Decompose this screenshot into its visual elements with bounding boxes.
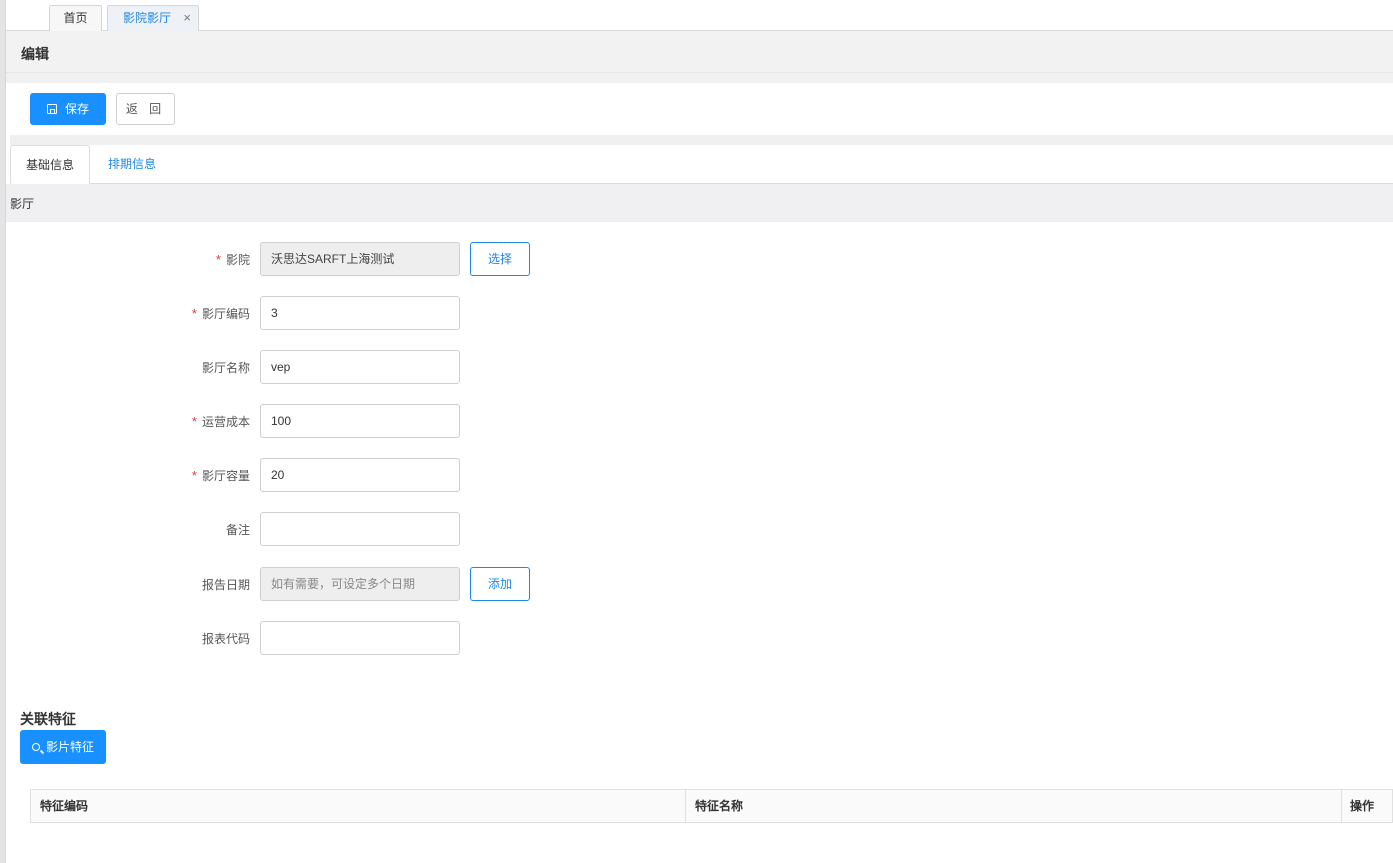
- close-icon[interactable]: ×: [183, 6, 191, 30]
- op-cost-field[interactable]: 100: [260, 404, 460, 438]
- section-header: 影厅: [6, 184, 1393, 222]
- page-header: 编辑: [6, 31, 1393, 73]
- report-date-field: 如有需要，可设定多个日期: [260, 567, 460, 601]
- form-row-report-date: 报告日期 如有需要，可设定多个日期 添加: [0, 567, 1393, 601]
- hall-code-label: * 影厅编码: [191, 306, 250, 321]
- capacity-label: * 影厅容量: [191, 468, 250, 483]
- top-tab-bar: 首页 影院影厅 ×: [6, 0, 1393, 31]
- cinema-field: 沃思达SARFT上海测试: [260, 242, 460, 276]
- form-row-capacity: * 影厅容量 20: [0, 458, 1393, 492]
- form-row-remark: 备注: [0, 512, 1393, 546]
- cinema-label: * 影院: [215, 252, 250, 267]
- divider: [10, 135, 1393, 145]
- tab-cinema-hall-label: 影院影厅: [123, 11, 172, 25]
- page-title: 编辑: [21, 46, 49, 62]
- remark-field[interactable]: [260, 512, 460, 546]
- required-mark: *: [215, 252, 221, 267]
- report-date-label: 报告日期: [201, 578, 250, 592]
- tab-home[interactable]: 首页: [49, 5, 102, 31]
- inner-tabs: 基础信息 排期信息: [10, 145, 1393, 184]
- hall-name-label: 影厅名称: [201, 361, 250, 375]
- features-table: 特征编码 特征名称 操作: [30, 789, 1393, 823]
- save-button[interactable]: 保存: [30, 93, 106, 125]
- form-row-hall-code: * 影厅编码 3: [0, 296, 1393, 330]
- related-features-title: 关联特征: [20, 711, 76, 727]
- column-header-code: 特征编码: [31, 790, 686, 822]
- tab-cinema-hall[interactable]: 影院影厅 ×: [107, 5, 199, 31]
- report-code-field[interactable]: [260, 621, 460, 655]
- film-feature-label: 影片特征: [45, 740, 94, 754]
- required-mark: *: [191, 414, 197, 429]
- section-title: 影厅: [10, 197, 35, 211]
- column-header-name: 特征名称: [686, 790, 1342, 822]
- add-date-button[interactable]: 添加: [470, 567, 530, 601]
- form-row-hall-name: 影厅名称 vep: [0, 350, 1393, 384]
- remark-label: 备注: [225, 523, 250, 537]
- op-cost-label: * 运营成本: [191, 414, 250, 429]
- required-mark: *: [191, 306, 197, 321]
- hall-name-field[interactable]: vep: [260, 350, 460, 384]
- required-mark: *: [191, 468, 197, 483]
- save-icon: [46, 104, 57, 114]
- hall-code-field[interactable]: 3: [260, 296, 460, 330]
- column-header-actions: 操作: [1350, 799, 1375, 813]
- tab-schedule-info[interactable]: 排期信息: [93, 145, 171, 184]
- back-button[interactable]: 返 回: [116, 93, 175, 125]
- form-row-report-code: 报表代码: [0, 621, 1393, 655]
- capacity-field[interactable]: 20: [260, 458, 460, 492]
- form-row-cinema: * 影院 沃思达SARFT上海测试 选择: [0, 242, 1393, 276]
- tab-home-label: 首页: [63, 11, 88, 25]
- save-button-label: 保存: [64, 102, 89, 116]
- report-code-label: 报表代码: [201, 632, 250, 646]
- tab-basic-info[interactable]: 基础信息: [10, 145, 90, 184]
- form-row-op-cost: * 运营成本 100: [0, 404, 1393, 438]
- divider: [6, 73, 1393, 83]
- select-cinema-button[interactable]: 选择: [470, 242, 530, 276]
- search-icon: [31, 743, 40, 751]
- toolbar: 保存 返 回: [10, 83, 1393, 135]
- film-feature-button[interactable]: 影片特征: [20, 730, 106, 764]
